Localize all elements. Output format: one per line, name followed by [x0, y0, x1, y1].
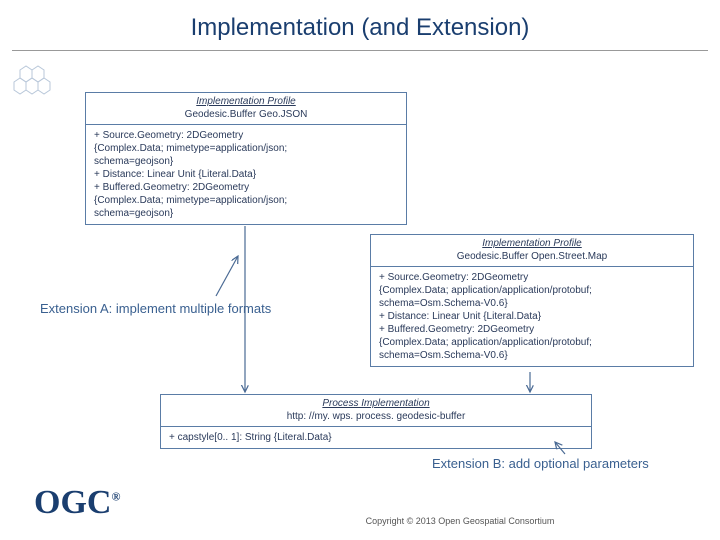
box3-body: + capstyle[0.. 1]: String {Literal.Data} [161, 427, 591, 448]
box1-header: Implementation Profile Geodesic.Buffer G… [86, 93, 406, 125]
box2-stereo: Implementation Profile [482, 238, 582, 249]
box1-body: + Source.Geometry: 2DGeometry {Complex.D… [86, 125, 406, 224]
extension-b-label: Extension B: add optional parameters [432, 456, 649, 471]
box1-name: Geodesic.Buffer Geo.JSON [185, 109, 308, 120]
page-title: Implementation (and Extension) [12, 0, 708, 51]
process-implementation: Process Implementation http: //my. wps. … [160, 394, 592, 449]
impl-profile-geojson: Implementation Profile Geodesic.Buffer G… [85, 92, 407, 225]
impl-profile-osm: Implementation Profile Geodesic.Buffer O… [370, 234, 694, 367]
registered-icon: ® [111, 490, 120, 504]
logo-text: OGC [34, 484, 111, 521]
box2-name: Geodesic.Buffer Open.Street.Map [457, 251, 607, 262]
box1-stereo: Implementation Profile [196, 96, 296, 107]
hex-decoration [12, 58, 72, 106]
box3-header: Process Implementation http: //my. wps. … [161, 395, 591, 427]
box2-header: Implementation Profile Geodesic.Buffer O… [371, 235, 693, 267]
copyright-text: Copyright © 2013 Open Geospatial Consort… [220, 516, 700, 526]
ogc-logo: OGC® [34, 484, 120, 522]
extension-a-label: Extension A: implement multiple formats [40, 301, 271, 316]
box3-name: http: //my. wps. process. geodesic-buffe… [287, 411, 466, 422]
box3-stereo: Process Implementation [322, 398, 429, 409]
box2-body: + Source.Geometry: 2DGeometry {Complex.D… [371, 267, 693, 366]
